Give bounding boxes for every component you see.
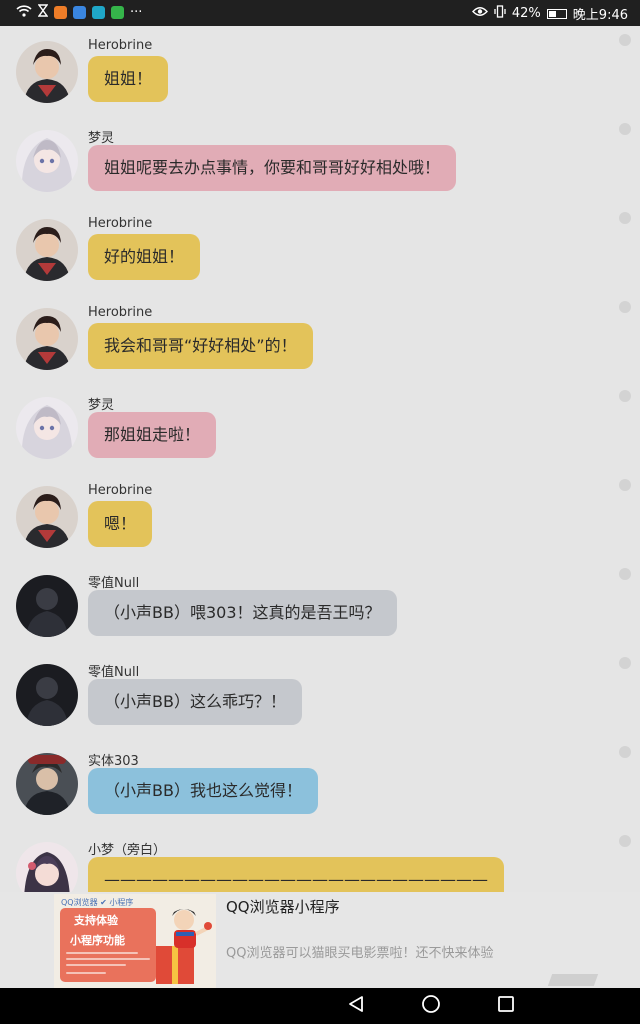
sender-name: 零值Null: [88, 576, 140, 591]
select-dot[interactable]: [619, 746, 631, 758]
ad-thumb-card: 支持体验 小程序功能: [60, 908, 156, 982]
message-bubble[interactable]: （小声BB）这么乖巧？！: [88, 679, 302, 725]
select-dot[interactable]: [619, 479, 631, 491]
app-icon-orange: [54, 6, 67, 19]
battery-percent: 42%: [511, 6, 541, 21]
message-bubble[interactable]: （小声BB）我也这么觉得！: [88, 768, 318, 814]
ad-thumb-line2: 小程序功能: [70, 934, 125, 947]
ad-thumb-text-line: [66, 972, 106, 974]
ad-mascot-icon: [150, 902, 212, 988]
avatar[interactable]: [16, 842, 78, 892]
ad-description: QQ浏览器可以猫眼买电影票啦！还不快来体验: [226, 946, 494, 961]
sender-name: Herobrine: [88, 305, 153, 320]
ad-thumb-text-line: [66, 958, 150, 960]
hourglass-icon: [37, 4, 49, 21]
message-row: Herobrine 姐姐！: [0, 26, 640, 115]
sender-name: Herobrine: [88, 216, 153, 231]
select-dot[interactable]: [619, 123, 631, 135]
message-row: 零值Null （小声BB）这么乖巧？！: [0, 649, 640, 738]
message-bubble[interactable]: （小声BB）喂303！这真的是吾王吗？: [88, 590, 397, 636]
avatar[interactable]: [16, 575, 78, 637]
message-bubble[interactable]: ————————————————————————: [88, 857, 504, 892]
sender-name: Herobrine: [88, 483, 153, 498]
message-row: 梦灵 那姐姐走啦！: [0, 382, 640, 471]
sender-name: Herobrine: [88, 38, 153, 53]
message-bubble[interactable]: 我会和哥哥“好好相处”的！: [88, 323, 313, 369]
eye-icon: [471, 6, 488, 21]
avatar[interactable]: [16, 397, 78, 459]
clock: 晚上9:46: [572, 8, 628, 23]
select-dot[interactable]: [619, 390, 631, 402]
sender-name: 零值Null: [88, 665, 140, 680]
status-bar: ··· 42% 晚上9:46: [0, 0, 640, 26]
message-row: 实体303 （小声BB）我也这么觉得！: [0, 738, 640, 827]
avatar[interactable]: [16, 41, 78, 103]
message-bubble[interactable]: 嗯！: [88, 501, 153, 547]
status-left-icons: ···: [16, 4, 142, 21]
select-dot[interactable]: [619, 301, 631, 313]
select-dot[interactable]: [619, 34, 631, 46]
message-row: 梦灵 姐姐呢要去办点事情，你要和哥哥好好相处哦！: [0, 115, 640, 204]
app-icon-blue: [73, 6, 86, 19]
back-button[interactable]: [336, 988, 376, 1024]
recents-icon: [497, 995, 515, 1017]
select-dot[interactable]: [619, 657, 631, 669]
message-row: 小梦（旁白） ————————————————————————: [0, 827, 640, 892]
avatar[interactable]: [16, 664, 78, 726]
message-bubble[interactable]: 好的姐姐！: [88, 234, 201, 280]
message-row: 零值Null （小声BB）喂303！这真的是吾王吗？: [0, 560, 640, 649]
vibrate-icon: [494, 5, 506, 22]
sender-name: 实体303: [88, 754, 139, 769]
sender-name: 梦灵: [88, 131, 115, 146]
chat-list[interactable]: Herobrine 姐姐！ 梦灵 姐姐呢要去办点事情，你要和哥哥好好相处哦！ Herob…: [0, 26, 640, 892]
message-row: Herobrine 好的姐姐！: [0, 204, 640, 293]
ad-thumb-brand: QQ浏览器 ✔ 小程序: [61, 898, 134, 907]
ad-thumbnail[interactable]: QQ浏览器 ✔ 小程序 支持体验 小程序功能: [54, 894, 216, 988]
select-dot[interactable]: [619, 835, 631, 847]
ad-thumb-text-line: [66, 964, 126, 966]
message-row: Herobrine 我会和哥哥“好好相处”的！: [0, 293, 640, 382]
avatar[interactable]: [16, 219, 78, 281]
avatar[interactable]: [16, 308, 78, 370]
back-icon: [347, 995, 365, 1017]
avatar[interactable]: [16, 486, 78, 548]
message-bubble[interactable]: 姐姐！: [88, 56, 169, 102]
ad-corner-mark: [547, 974, 599, 986]
sender-name: 梦灵: [88, 398, 115, 413]
avatar[interactable]: [16, 753, 78, 815]
wifi-icon: [16, 4, 32, 21]
recents-button[interactable]: [486, 988, 526, 1024]
message-bubble[interactable]: 姐姐呢要去办点事情，你要和哥哥好好相处哦！: [88, 145, 457, 191]
ad-banner[interactable]: QQ浏览器 ✔ 小程序 支持体验 小程序功能 QQ浏览器小程序 QQ浏览器可以猫…: [0, 892, 640, 988]
app-icon-cyan: [92, 6, 105, 19]
battery-icon: [546, 8, 567, 19]
select-dot[interactable]: [619, 212, 631, 224]
ad-thumb-line1: 支持体验: [74, 914, 118, 927]
more-icon: ···: [130, 5, 143, 20]
navigation-bar: [0, 988, 640, 1024]
app-icon-green: [111, 6, 124, 19]
avatar[interactable]: [16, 130, 78, 192]
message-bubble[interactable]: 那姐姐走啦！: [88, 412, 217, 458]
ad-thumb-text-line: [66, 952, 138, 954]
ad-title[interactable]: QQ浏览器小程序: [226, 896, 340, 917]
home-button[interactable]: [411, 988, 451, 1024]
status-right: 42% 晚上9:46: [471, 4, 628, 23]
select-dot[interactable]: [619, 568, 631, 580]
sender-name: 小梦（旁白）: [88, 843, 167, 858]
battery-fill: [548, 10, 556, 17]
home-icon: [421, 994, 441, 1018]
message-row: Herobrine 嗯！: [0, 471, 640, 560]
